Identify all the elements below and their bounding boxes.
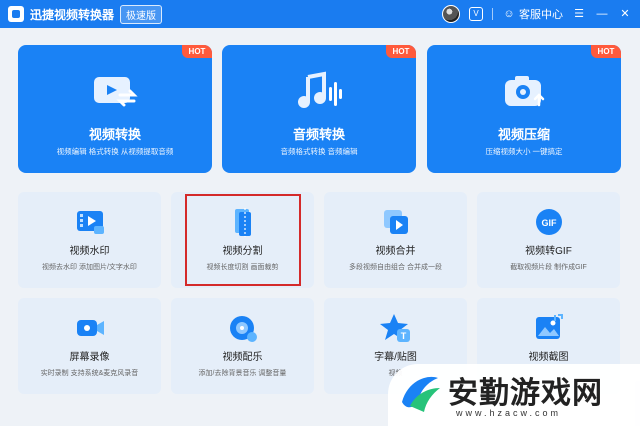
minimize-icon[interactable]: — (595, 7, 609, 21)
screen-record-card[interactable]: 屏幕录像 实时录制 支持系统&麦克风录音 (18, 298, 161, 394)
audio-convert-title: 音频转换 (292, 127, 345, 142)
close-icon[interactable]: ✕ (618, 7, 632, 21)
subtitle-sticker-title: 字幕/贴图 (374, 352, 417, 363)
video-to-gif-title: 视频转GIF (525, 246, 572, 257)
screen-record-title: 屏幕录像 (69, 352, 110, 363)
title-bar: 迅捷视频转换器 极速版 V ☺ 客服中心 ☰ — ✕ (0, 0, 640, 28)
video-compress-desc: 压缩视频大小 一键搞定 (485, 147, 563, 156)
app-title: 迅捷视频转换器 (30, 7, 115, 22)
hot-badge: HOT (386, 45, 416, 58)
video-merge-desc: 多段视频自由组合 合并成一段 (349, 264, 442, 271)
site-url: www.hzacw.com (456, 408, 562, 418)
video-convert-title: 视频转换 (88, 127, 141, 142)
video-music-title: 视频配乐 (222, 352, 263, 363)
site-logo-icon (402, 376, 440, 412)
screenshot-icon (536, 314, 563, 339)
video-convert-card[interactable]: HOT 视频转换 视频编辑 格式转换 从视频提取音频 (18, 45, 212, 173)
customer-service-button[interactable]: ☺ 客服中心 (502, 6, 563, 22)
music-note-icon (298, 71, 342, 108)
video-merge-title: 视频合并 (375, 246, 416, 257)
video-convert-desc: 视频编辑 格式转换 从视频提取音频 (56, 147, 174, 156)
screen-record-desc: 实时录制 支持系统&麦克风录音 (40, 370, 139, 377)
subtitle-icon: T (380, 314, 410, 342)
vip-icon[interactable]: V (469, 7, 483, 21)
music-icon (230, 316, 257, 342)
app-logo-icon (8, 6, 24, 22)
hot-badge: HOT (591, 45, 621, 58)
video-music-card[interactable]: 视频配乐 添加/去除背景音乐 调整音量 (171, 298, 314, 394)
video-to-gif-desc: 截取视频片段 制作成GIF (510, 264, 587, 271)
gif-icon: GIF (536, 209, 562, 235)
chat-icon: ☺ (503, 7, 515, 20)
audio-convert-card[interactable]: HOT 音频转换 音频格式转换 音频编辑 (222, 45, 416, 173)
video-music-desc: 添加/去除背景音乐 调整音量 (198, 370, 287, 377)
hot-badge: HOT (182, 45, 212, 58)
user-avatar[interactable] (442, 5, 460, 23)
customer-service-label: 客服中心 (519, 9, 563, 21)
video-screenshot-title: 视频截图 (528, 352, 569, 363)
screen-record-icon (77, 320, 104, 336)
highlight-box (185, 194, 301, 286)
video-watermark-icon (77, 211, 104, 234)
divider (492, 8, 493, 20)
video-watermark-desc: 视频去水印 添加图片/文字水印 (42, 264, 137, 271)
svg-text:GIF: GIF (542, 218, 558, 228)
video-merge-card[interactable]: 视频合并 多段视频自由组合 合并成一段 (324, 192, 467, 288)
video-convert-icon (94, 77, 138, 107)
menu-icon[interactable]: ☰ (572, 7, 586, 21)
video-watermark-card[interactable]: 视频水印 视频去水印 添加图片/文字水印 (18, 192, 161, 288)
site-watermark: 安勤游戏网 www.hzacw.com (388, 364, 640, 426)
site-name: 安勤游戏网 (448, 376, 603, 411)
video-merge-icon (384, 210, 408, 234)
edition-badge: 极速版 (120, 4, 163, 24)
video-compress-title: 视频压缩 (497, 127, 550, 142)
video-compress-card[interactable]: HOT 视频压缩 压缩视频大小 一键搞定 (427, 45, 621, 173)
camera-compress-icon (505, 76, 545, 107)
video-to-gif-card[interactable]: GIF 视频转GIF 截取视频片段 制作成GIF (477, 192, 620, 288)
svg-text:T: T (401, 331, 407, 341)
audio-convert-desc: 音频格式转换 音频编辑 (280, 147, 358, 156)
video-watermark-title: 视频水印 (69, 246, 110, 257)
